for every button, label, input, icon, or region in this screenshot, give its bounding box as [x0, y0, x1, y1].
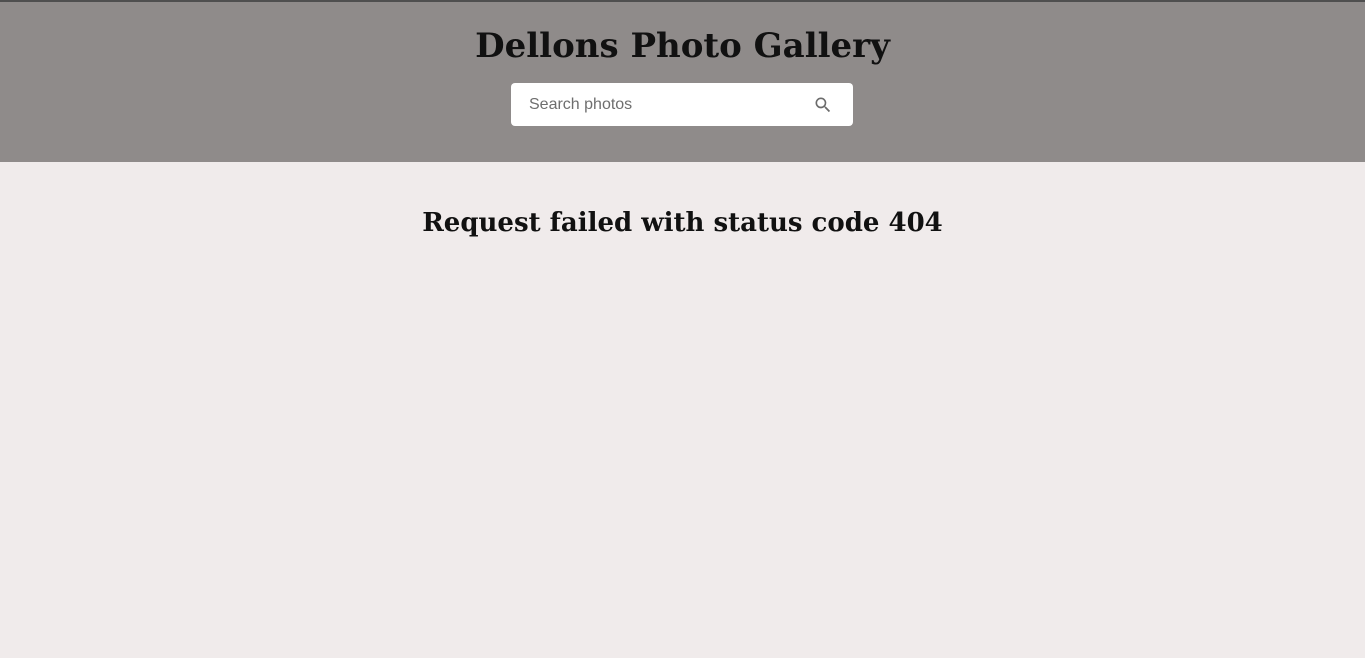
search-icon — [815, 97, 831, 112]
search-input[interactable] — [511, 83, 801, 126]
search-form — [511, 83, 853, 126]
header: Dellons Photo Gallery — [0, 2, 1365, 162]
site-title: Dellons Photo Gallery — [475, 26, 890, 66]
search-button[interactable] — [801, 83, 845, 126]
error-message: Request failed with status code 404 — [422, 208, 943, 238]
